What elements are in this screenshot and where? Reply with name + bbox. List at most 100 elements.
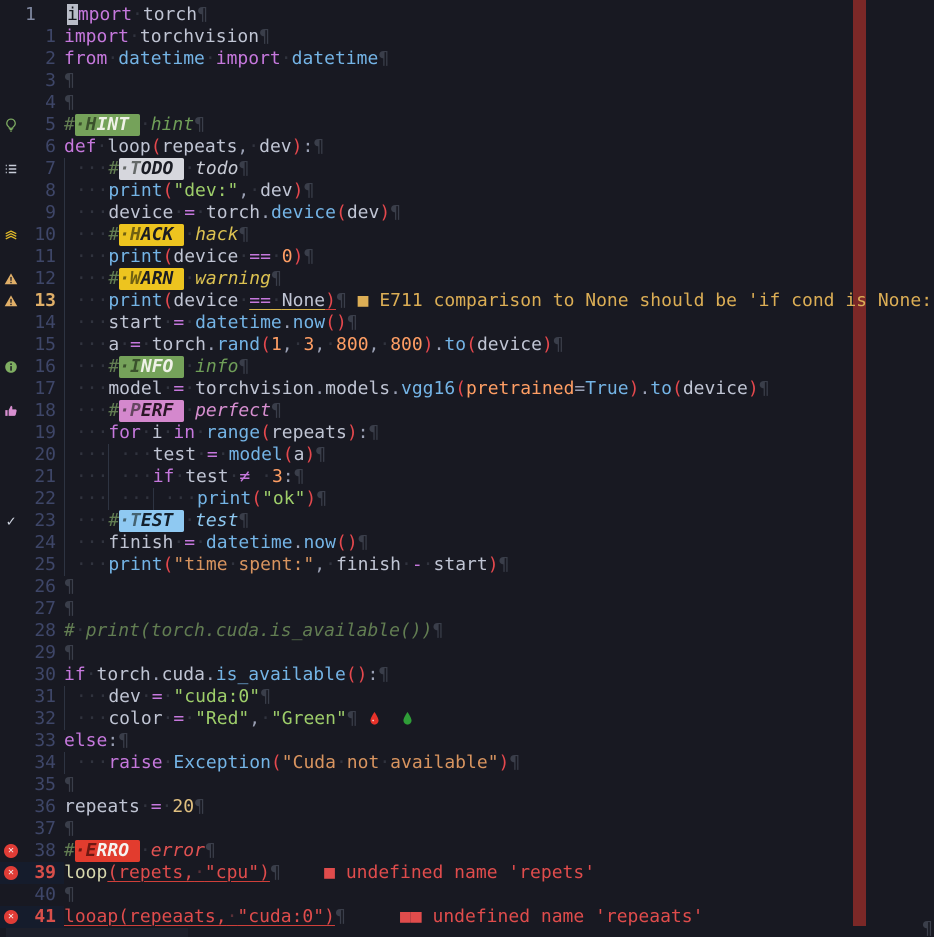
code-text[interactable]: ¶ xyxy=(64,598,934,620)
code-line-21[interactable]: 21 ··· ···if·test·≠ ·3:¶ xyxy=(0,466,934,488)
code-line-11[interactable]: 11 ···print(device·==·0)¶ xyxy=(0,246,934,268)
token: . xyxy=(293,532,304,553)
code-text[interactable]: ··· ··· ···print("ok")¶ xyxy=(64,488,934,510)
code-text[interactable]: ¶ xyxy=(64,642,934,664)
code-line-12[interactable]: 12 ···#·WARN ·warning¶ xyxy=(0,268,934,290)
indent-guide xyxy=(64,378,76,400)
code-line-6[interactable]: 6def·loop(repeats,·dev):¶ xyxy=(0,136,934,158)
token: ( xyxy=(325,312,336,333)
pilcrow-mark: ¶ xyxy=(303,246,314,267)
code-line-1[interactable]: 1import·torchvision¶ xyxy=(0,26,934,48)
token: . xyxy=(205,664,216,685)
code-line-19[interactable]: 19 ···for·i·in·range(repeats):¶ xyxy=(0,422,934,444)
code-text[interactable]: ¶ xyxy=(64,70,934,92)
code-text[interactable]: ···print(device·==·None)¶ ■ E711 compari… xyxy=(64,290,934,312)
code-text[interactable]: ···#·HACK ·hack¶ xyxy=(64,224,934,246)
code-line-20[interactable]: 20 ··· ···test·=·model(a)¶ xyxy=(0,444,934,466)
indent-guide xyxy=(64,158,76,180)
code-text[interactable]: import·torch¶ xyxy=(67,4,934,26)
code-line-13[interactable]: 13 ···print(device·==·None)¶ ■ E711 comp… xyxy=(0,290,934,312)
token: · xyxy=(184,356,195,377)
code-line-32[interactable]: 32 ···color·=·"Red",·"Green"¶ xyxy=(0,708,934,730)
code-line-7[interactable]: 7 ···#·TODO ·todo¶ xyxy=(0,158,934,180)
code-line-28[interactable]: 28#·print(torch.cuda.is_available())¶ xyxy=(0,620,934,642)
code-line-35[interactable]: 35¶ xyxy=(0,774,934,796)
code-text[interactable]: loop(repets,·"cpu")¶ ■ undefined name 'r… xyxy=(64,862,934,884)
code-text[interactable]: ···finish·=·datetime.now()¶ xyxy=(64,532,934,554)
code-text[interactable]: ¶ xyxy=(64,774,934,796)
code-text[interactable]: def·loop(repeats,·dev):¶ xyxy=(64,136,934,158)
code-text[interactable]: ···print(device·==·0)¶ xyxy=(64,246,934,268)
code-text[interactable]: ··· ···if·test·≠ ·3:¶ xyxy=(64,466,934,488)
code-line-39[interactable]: ✕39loop(repets,·"cpu")¶ ■ undefined name… xyxy=(0,862,934,884)
code-line-16[interactable]: 16 ···#·INFO ·info¶ xyxy=(0,356,934,378)
token: ( xyxy=(163,180,174,201)
code-line-8[interactable]: 8 ···print("dev:",·dev)¶ xyxy=(0,180,934,202)
code-line-15[interactable]: 15 ···a·=·torch.rand(1,·3,·800,·800).to(… xyxy=(0,334,934,356)
code-text[interactable]: #·print(torch.cuda.is_available())¶ xyxy=(64,620,934,642)
code-text[interactable]: ···start·=·datetime.now()¶ xyxy=(64,312,934,334)
code-line-38[interactable]: ✕38#·ERRO ·error¶ xyxy=(0,840,934,862)
code-line-41[interactable]: ✕41looap(repeaats,·"cuda:0")¶ ■■ undefin… xyxy=(0,906,934,928)
code-text[interactable]: ···dev·=·"cuda:0"¶ xyxy=(64,686,934,708)
code-text[interactable]: ···print("time·spent:",·finish·-·start)¶ xyxy=(64,554,934,576)
code-text[interactable]: ···#·PERF ·perfect¶ xyxy=(64,400,934,422)
code-text[interactable]: ¶ xyxy=(64,576,934,598)
code-text[interactable]: ¶ xyxy=(64,884,934,906)
code-line-5[interactable]: 5#·HINT ·hint¶ xyxy=(0,114,934,136)
sign-column xyxy=(0,884,22,906)
code-text[interactable]: ···#·TODO ·todo¶ xyxy=(64,158,934,180)
code-text[interactable]: #·ERRO ·error¶ xyxy=(64,840,934,862)
code-text[interactable]: ···print("dev:",·dev)¶ xyxy=(64,180,934,202)
code-text[interactable]: looap(repeaats,·"cuda:0")¶ ■■ undefined … xyxy=(64,906,934,928)
line-number: 2 xyxy=(22,48,56,70)
code-line-36[interactable]: 36repeats·=·20¶ xyxy=(0,796,934,818)
code-text[interactable]: else:¶ xyxy=(64,730,934,752)
code-line-18[interactable]: 18 ···#·PERF ·perfect¶ xyxy=(0,400,934,422)
code-line-23[interactable]: ✓23 ···#·TEST ·test¶ xyxy=(0,510,934,532)
token: ··· xyxy=(76,444,109,465)
code-text[interactable]: ···#·INFO ·info¶ xyxy=(64,356,934,378)
code-text[interactable]: ···#·TEST ·test¶ xyxy=(64,510,934,532)
gutter: 35 xyxy=(0,774,64,796)
code-text[interactable]: repeats·=·20¶ xyxy=(64,796,934,818)
code-editor: ¶ 1import·torch¶1import·torchvision¶2 fro… xyxy=(0,0,934,937)
code-text[interactable]: ···a·=·torch.rand(1,·3,·800,·800).to(dev… xyxy=(64,334,934,356)
code-line-1[interactable]: 1import·torch¶ xyxy=(0,4,934,26)
code-line-10[interactable]: 10 ···#·HACK ·hack¶ xyxy=(0,224,934,246)
code-line-40[interactable]: 40¶ xyxy=(0,884,934,906)
code-text[interactable]: ··· ···test·=·model(a)¶ xyxy=(64,444,934,466)
code-line-2[interactable]: 2 from·datetime·import·datetime¶ xyxy=(0,48,934,70)
code-text[interactable]: ¶ xyxy=(64,818,934,840)
code-line-34[interactable]: 34 ···raise·Exception("Cuda·not·availabl… xyxy=(0,752,934,774)
code-line-37[interactable]: 37¶ xyxy=(0,818,934,840)
code-text[interactable]: ···model·=·torchvision.models.vgg16(pret… xyxy=(64,378,934,400)
code-line-3[interactable]: 3¶ xyxy=(0,70,934,92)
code-text[interactable]: from·datetime·import·datetime¶ xyxy=(64,48,934,70)
code-text[interactable]: import·torchvision¶ xyxy=(64,26,934,48)
code-line-31[interactable]: 31 ···dev·=·"cuda:0"¶ xyxy=(0,686,934,708)
code-buffer[interactable]: 1import·torch¶1import·torchvision¶2from·… xyxy=(0,4,934,928)
code-line-24[interactable]: 24 ···finish·=·datetime.now()¶ xyxy=(0,532,934,554)
code-text[interactable]: #·HINT ·hint¶ xyxy=(64,114,934,136)
code-text[interactable]: if·torch.cuda.is_available():¶ xyxy=(64,664,934,686)
code-line-22[interactable]: 22 ··· ··· ···print("ok")¶ xyxy=(0,488,934,510)
code-text[interactable]: ···raise·Exception("Cuda·not·available")… xyxy=(64,752,934,774)
code-text[interactable]: ···color·=·"Red",·"Green"¶ xyxy=(64,708,934,730)
code-line-4[interactable]: 4¶ xyxy=(0,92,934,114)
code-line-14[interactable]: 14 ···start·=·datetime.now()¶ xyxy=(0,312,934,334)
code-line-25[interactable]: 25 ···print("time·spent:",·finish·-·star… xyxy=(0,554,934,576)
code-line-17[interactable]: 17 ···model·=·torchvision.models.vgg16(p… xyxy=(0,378,934,400)
code-line-9[interactable]: 9 ···device·=·torch.device(dev)¶ xyxy=(0,202,934,224)
code-text[interactable]: ···for·i·in·range(repeats):¶ xyxy=(64,422,934,444)
code-text[interactable]: ···#·WARN ·warning¶ xyxy=(64,268,934,290)
code-line-33[interactable]: 33else:¶ xyxy=(0,730,934,752)
code-line-27[interactable]: 27¶ xyxy=(0,598,934,620)
code-line-26[interactable]: 26¶ xyxy=(0,576,934,598)
token: range xyxy=(206,422,260,443)
token: from xyxy=(64,48,107,69)
code-text[interactable]: ···device·=·torch.device(dev)¶ xyxy=(64,202,934,224)
code-line-30[interactable]: 30if·torch.cuda.is_available():¶ xyxy=(0,664,934,686)
code-text[interactable]: ¶ xyxy=(64,92,934,114)
code-line-29[interactable]: 29¶ xyxy=(0,642,934,664)
